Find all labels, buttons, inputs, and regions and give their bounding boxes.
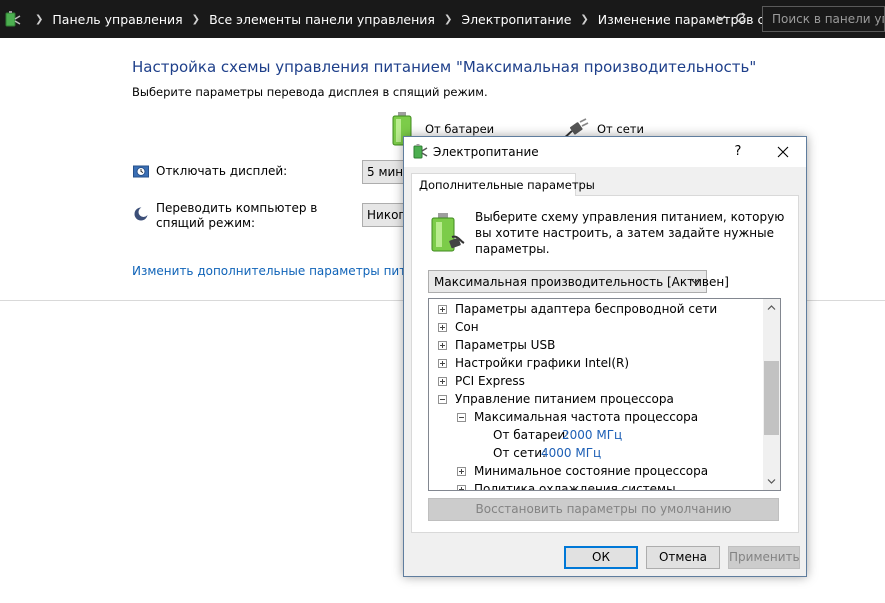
cancel-button[interactable]: Отмена <box>646 546 720 569</box>
tree-item-label: PCI Express <box>455 374 525 388</box>
tab-advanced-settings[interactable]: Дополнительные параметры <box>411 173 595 196</box>
chevron-up-icon[interactable] <box>767 304 776 311</box>
expand-icon[interactable] <box>457 485 466 490</box>
chevron-down-icon[interactable] <box>767 478 776 485</box>
chevron-down-icon <box>690 278 700 284</box>
search-input[interactable]: Поиск в панели управления <box>762 6 885 32</box>
restore-defaults-button[interactable]: Восстановить параметры по умолчанию <box>428 498 779 521</box>
address-bar: ❯ Панель управления ❯ Все элементы панел… <box>0 0 885 38</box>
setting-value-link[interactable]: 2000 МГц <box>562 426 622 444</box>
expand-icon[interactable] <box>457 467 466 476</box>
expand-icon[interactable] <box>438 377 447 386</box>
tree-item-label: Сон <box>455 320 479 334</box>
breadcrumb-power-options[interactable]: Электропитание <box>461 12 571 27</box>
breadcrumb-all-items[interactable]: Все элементы панели управления <box>209 12 435 27</box>
tree-item-label: Параметры адаптера беспроводной сети <box>455 302 718 316</box>
dialog-title: Электропитание <box>433 145 539 159</box>
moon-sleep-icon <box>134 207 149 221</box>
column-battery: От батареи <box>425 122 495 136</box>
tree-item-label: Минимальное состояние процессора <box>474 464 709 478</box>
power-options-dialog: Электропитание ? Дополнительные параметр… <box>403 136 807 577</box>
advanced-settings-link[interactable]: Изменить дополнительные параметры питани… <box>132 264 436 278</box>
tree-scrollbar[interactable] <box>763 299 780 490</box>
power-scheme-select[interactable]: Максимальная производительность [Активен… <box>428 270 729 293</box>
power-scheme-value: Максимальная производительность [Активен… <box>434 275 729 289</box>
page-title: Настройка схемы управления питанием "Мак… <box>132 58 757 76</box>
collapse-icon[interactable] <box>457 413 466 422</box>
setting-value-link[interactable]: 4000 МГц <box>541 444 601 462</box>
chevron-down-icon[interactable] <box>714 11 728 25</box>
settings-tree: Параметры адаптера беспроводной сети Сон… <box>428 298 781 491</box>
chevron-right-icon: ❯ <box>580 13 589 25</box>
chevron-right-icon: ❯ <box>443 13 453 25</box>
panel-description: Выберите схему управления питанием, кото… <box>475 210 785 256</box>
tree-item-label: Параметры USB <box>455 338 556 352</box>
power-options-icon <box>5 11 21 27</box>
setting-label: От сети: <box>493 446 547 460</box>
scroll-thumb[interactable] <box>764 361 779 435</box>
column-ac: От сети <box>597 122 644 136</box>
tree-item-label: Настройки графики Intel(R) <box>455 356 630 370</box>
refresh-icon[interactable] <box>734 11 748 25</box>
ok-button[interactable]: ОК <box>564 546 638 569</box>
dialog-titlebar[interactable]: Электропитание ? <box>404 137 806 167</box>
expand-icon[interactable] <box>438 323 447 332</box>
tree-item-label: Управление питанием процессора <box>455 392 674 406</box>
collapse-icon[interactable] <box>438 395 447 404</box>
help-button[interactable]: ? <box>722 142 754 162</box>
setting-label: От батареи: <box>493 428 570 442</box>
tree-item-label: Максимальная частота процессора <box>474 410 699 424</box>
tree-item-label: Политика охлаждения системы <box>474 482 676 491</box>
power-options-icon <box>413 144 428 159</box>
display-off-label: Отключать дисплей: <box>156 164 288 178</box>
expand-icon[interactable] <box>438 305 447 314</box>
expand-icon[interactable] <box>438 359 447 368</box>
clock-monitor-icon <box>133 165 149 178</box>
breadcrumb-control-panel[interactable]: Панель управления <box>52 12 182 27</box>
chevron-right-icon: ❯ <box>35 13 44 25</box>
apply-button[interactable]: Применить <box>728 546 800 569</box>
sleep-label: Переводить компьютер в спящий режим: <box>156 201 318 230</box>
breadcrumb: ❯ Панель управления ❯ Все элементы панел… <box>26 0 799 38</box>
power-plan-icon <box>431 213 465 252</box>
chevron-right-icon: ❯ <box>191 13 201 25</box>
close-icon[interactable] <box>767 141 799 163</box>
expand-icon[interactable] <box>438 341 447 350</box>
page-subtitle: Выберите параметры перевода дисплея в сп… <box>132 85 488 99</box>
